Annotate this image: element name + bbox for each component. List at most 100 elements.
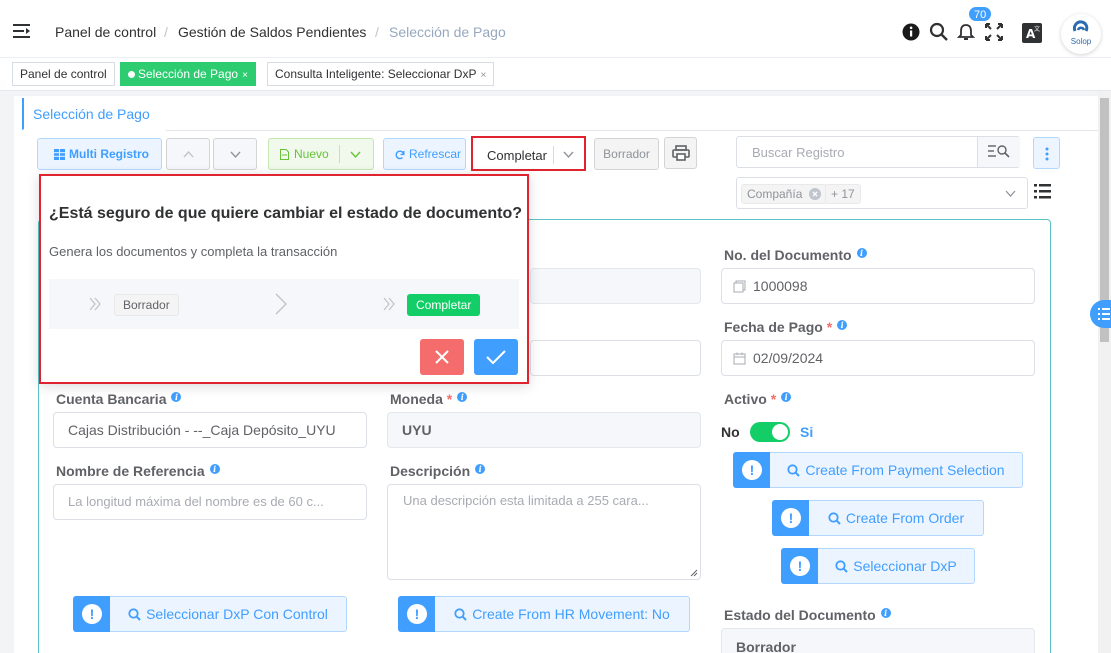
info-icon: i [457, 392, 468, 402]
tab-label: Panel de control [20, 67, 107, 81]
double-chevron-right-icon [383, 297, 395, 311]
tab-close-icon[interactable]: × [480, 70, 486, 81]
fullscreen-icon[interactable] [984, 22, 1004, 42]
search-placeholder: Buscar Registro [752, 145, 845, 160]
breadcrumb-item-current: Selección de Pago [389, 24, 506, 40]
completar-select[interactable]: Completar [471, 136, 586, 171]
alert-icon: ! [73, 596, 110, 632]
search-icon [787, 464, 801, 477]
notification-badge: 70 [968, 6, 993, 22]
search-icon[interactable] [929, 22, 949, 42]
tab-consulta-inteligente[interactable]: Consulta Inteligente: Seleccionar DxP × [267, 62, 495, 86]
filter-chip-compania[interactable]: Compañía [741, 184, 827, 204]
completar-label: Completar [487, 148, 547, 163]
alert-icon: ! [398, 596, 435, 632]
info-icon: i [475, 464, 486, 474]
panel-tab-seleccion-de-pago[interactable]: Selección de Pago [22, 98, 166, 130]
tab-label: Selección de Pago [138, 67, 239, 81]
cuenta-bancaria-field[interactable]: Cajas Distribución - --_Caja Depósito_UY… [53, 412, 367, 448]
multi-registro-button[interactable]: Multi Registro [37, 138, 162, 170]
estado-documento-field: Borrador [721, 628, 1035, 653]
check-icon [486, 350, 506, 365]
advanced-search-button[interactable] [977, 137, 1020, 167]
no-documento-label: No. del Documento i [724, 247, 867, 263]
print-button[interactable] [664, 137, 697, 169]
tab-seleccion-de-pago[interactable]: Selección de Pago × [120, 62, 256, 86]
tab-panel-de-control[interactable]: Panel de control [12, 62, 115, 86]
breadcrumb-item-panel[interactable]: Panel de control [55, 24, 156, 40]
hidden-field-disabled [530, 268, 701, 304]
borrador-button[interactable]: Borrador [594, 138, 659, 170]
filter-chip-more[interactable]: + 17 [825, 184, 861, 204]
tab-close-icon[interactable]: × [242, 70, 248, 81]
menu-toggle-icon[interactable] [13, 24, 30, 38]
seleccionar-dxp-control-button[interactable]: ! Seleccionar DxP Con Control [73, 596, 347, 632]
search-record-field[interactable]: Buscar Registro [736, 136, 1020, 168]
create-from-payment-button[interactable]: ! Create From Payment Selection [733, 452, 1023, 488]
dialog-message: Genera los documentos y completa la tran… [49, 244, 338, 259]
no-documento-field[interactable]: 1000098 [721, 268, 1035, 304]
breadcrumb-item-gestion[interactable]: Gestión de Saldos Pendientes [178, 24, 366, 40]
logo-text: Solop [1070, 37, 1092, 46]
alert-icon: ! [772, 500, 809, 536]
chip-close-icon[interactable] [808, 188, 821, 200]
printer-icon [672, 145, 690, 161]
action-label: Create From Order [809, 500, 984, 536]
create-from-order-button[interactable]: ! Create From Order [772, 500, 984, 536]
list-view-icon[interactable] [1034, 184, 1051, 199]
cancel-button[interactable] [420, 339, 464, 375]
dialog-title: ¿Está seguro de que quiere cambiar el es… [49, 205, 522, 222]
confirm-button[interactable] [474, 339, 518, 375]
toggle-knob [772, 424, 788, 440]
resize-handle-icon[interactable] [690, 569, 698, 577]
search-list-icon [988, 145, 1010, 158]
logo-icon [1073, 20, 1089, 32]
refrescar-button[interactable]: Refrescar [383, 138, 466, 170]
chevron-down-icon [1005, 190, 1016, 197]
create-from-hr-movement-button[interactable]: ! Create From HR Movement: No [398, 596, 690, 632]
language-icon[interactable]: A 文 [1022, 23, 1042, 43]
active-dot [128, 71, 135, 78]
chevron-down-icon[interactable] [350, 151, 361, 159]
descripcion-textarea[interactable]: Una descripción esta limitada a 255 cara… [387, 484, 701, 580]
info-icon: i [880, 608, 891, 618]
panel-tab-label: Selección de Pago [33, 106, 150, 122]
nuevo-button[interactable]: Nuevo [268, 138, 374, 170]
confirm-status-dialog: ¿Está seguro de que quiere cambiar el es… [39, 174, 529, 384]
nombre-referencia-field[interactable]: La longitud máxima del nombre es de 60 c… [53, 484, 367, 520]
hidden-field[interactable] [530, 340, 701, 376]
search-icon [454, 608, 467, 621]
panel-tab-line [166, 130, 1098, 131]
search-icon [828, 512, 841, 525]
info-icon: i [171, 392, 182, 402]
side-panel-toggle[interactable] [1090, 300, 1111, 328]
activo-label: Activo * i [724, 391, 792, 407]
multi-registro-label: Multi Registro [69, 147, 149, 161]
seleccionar-dxp-button[interactable]: ! Seleccionar DxP [781, 548, 975, 584]
close-icon [435, 350, 449, 364]
action-label: Create From HR Movement: No [435, 596, 690, 632]
fecha-pago-value: 02/09/2024 [753, 350, 824, 366]
bell-icon[interactable] [956, 22, 976, 42]
chip-label: Compañía [747, 187, 803, 201]
previous-record-button[interactable] [166, 138, 210, 170]
filter-fields-select[interactable]: Compañía + 17 [736, 177, 1028, 209]
next-record-button[interactable] [213, 138, 257, 170]
calendar-icon [733, 352, 746, 365]
fecha-pago-label: Fecha de Pago * i [724, 319, 848, 335]
user-avatar[interactable]: Solop [1061, 14, 1101, 54]
button-divider [553, 146, 554, 164]
nuevo-label: Nuevo [294, 147, 329, 161]
more-options-button[interactable] [1033, 137, 1060, 169]
to-state-tag: Completar [407, 294, 481, 316]
tags-view: Panel de control Selección de Pago × Cons… [0, 58, 1111, 91]
chevron-down-icon [230, 151, 241, 159]
kebab-icon [1045, 147, 1049, 161]
activo-toggle[interactable] [750, 422, 790, 442]
cuenta-bancaria-label: Cuenta Bancaria i [56, 391, 182, 407]
fecha-pago-field[interactable]: 02/09/2024 [721, 340, 1035, 376]
refrescar-label: Refrescar [409, 147, 462, 161]
info-icon[interactable] [901, 22, 921, 42]
chevron-down-icon [563, 151, 574, 159]
borrador-label: Borrador [603, 147, 650, 161]
